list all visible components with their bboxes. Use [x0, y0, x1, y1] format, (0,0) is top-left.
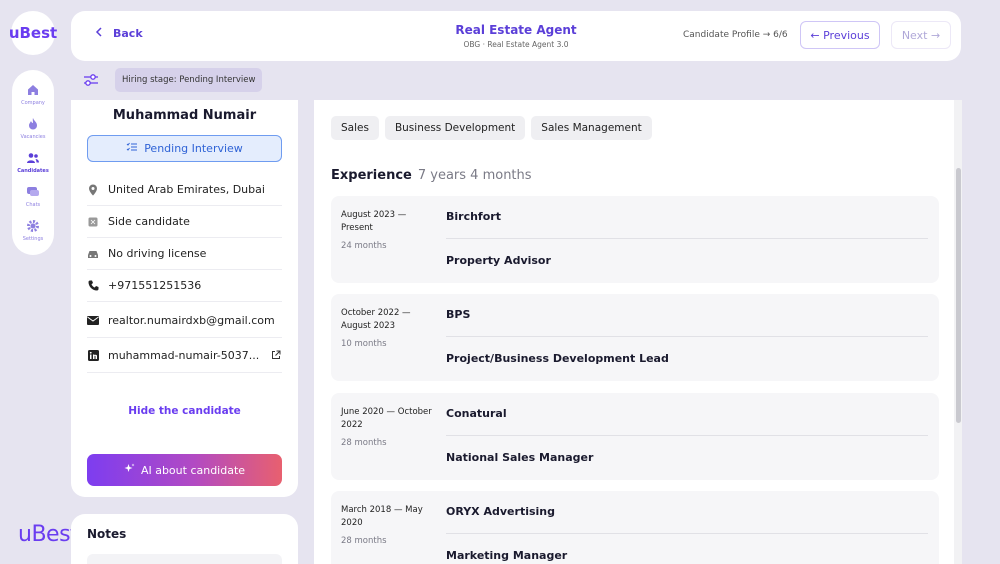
sparkle-icon [124, 463, 135, 477]
hide-candidate-link[interactable]: Hide the candidate [71, 405, 298, 417]
skill-tag: Sales [331, 116, 379, 140]
brand-logo[interactable]: uBest [9, 11, 57, 55]
nav-label: Vacancies [20, 134, 46, 140]
nav-label: Chats [25, 202, 41, 208]
experience-item: March 2018 — May 2020 28 months ORYX Adv… [331, 491, 939, 564]
page-header: Back Real Estate Agent OBG · Real Estate… [71, 11, 961, 61]
skill-tag: Business Development [384, 116, 526, 140]
status-label: Pending Interview [144, 142, 243, 155]
email-text: realtor.numairdxb@gmail.com [108, 313, 275, 327]
status-button[interactable]: Pending Interview [87, 135, 282, 162]
chat-icon [25, 184, 41, 200]
divider [446, 435, 928, 436]
experience-role: Project/Business Development Lead [446, 352, 669, 365]
experience-panel: Sales Business Development Sales Managem… [314, 100, 962, 564]
notes-input[interactable] [87, 554, 282, 564]
flame-icon [25, 116, 41, 132]
nav-item-chats[interactable]: Chats [12, 184, 54, 218]
notes-title: Notes [87, 527, 127, 541]
experience-company: Conatural [446, 407, 507, 420]
profile-card: Muhammad Numair Pending Interview United… [71, 100, 298, 497]
next-button[interactable]: Next → [891, 21, 951, 49]
divider [446, 238, 928, 239]
notes-card: Notes [71, 514, 298, 564]
experience-total: 7 years 4 months [417, 168, 532, 183]
hiring-stage-chip[interactable]: Hiring stage: Pending Interview [115, 68, 263, 92]
experience-title: Experience [331, 168, 412, 183]
phone-text: +971551251536 [108, 279, 202, 292]
experience-role: National Sales Manager [446, 451, 594, 464]
driving-row: No driving license [87, 238, 282, 270]
email-row[interactable]: realtor.numairdxb@gmail.com [87, 303, 282, 338]
experience-company: ORYX Advertising [446, 505, 555, 518]
candidate-name: Muhammad Numair [112, 108, 257, 123]
side-navigation: Company Vacancies Candidates Chats Setti… [12, 70, 54, 255]
nav-item-candidates[interactable]: Candidates [12, 150, 54, 184]
nav-item-settings[interactable]: Settings [12, 218, 54, 252]
experience-date: March 2018 — May 2020 [341, 505, 423, 528]
nav-label: Candidates [17, 168, 49, 174]
filter-icon[interactable] [82, 71, 100, 89]
brand-logo-footer: uBest [18, 522, 79, 547]
experience-company: Birchfort [446, 210, 501, 223]
skills-list: Sales Business Development Sales Managem… [331, 116, 652, 140]
checklist-icon [126, 142, 138, 155]
linkedin-icon [87, 349, 99, 361]
experience-item: June 2020 — October 2022 28 months Conat… [331, 393, 939, 480]
nav-label: Settings [22, 236, 44, 242]
home-icon [25, 82, 41, 98]
experience-company: BPS [446, 308, 471, 321]
gear-icon [25, 218, 41, 234]
mail-icon [87, 314, 99, 326]
divider [446, 533, 928, 534]
candidate-type-row: Side candidate [87, 206, 282, 238]
previous-button[interactable]: ← Previous [800, 21, 880, 49]
location-text: United Arab Emirates, Dubai [108, 183, 265, 196]
location-row: United Arab Emirates, Dubai [87, 174, 282, 206]
experience-months: 28 months [341, 438, 387, 448]
experience-heading: Experience 7 years 4 months [331, 168, 532, 183]
experience-date: August 2023 — Present [341, 210, 407, 233]
experience-months: 24 months [341, 241, 387, 251]
nav-label: Company [21, 100, 45, 106]
ai-about-candidate-button[interactable]: AI about candidate [87, 454, 282, 486]
external-link-icon[interactable] [270, 349, 282, 361]
driving-text: No driving license [108, 247, 207, 260]
users-icon [25, 150, 41, 166]
phone-row[interactable]: +971551251536 [87, 270, 282, 302]
experience-date: October 2022 — August 2023 [341, 308, 411, 331]
nav-item-company[interactable]: Company [12, 82, 54, 116]
experience-item: October 2022 — August 2023 10 months BPS… [331, 294, 939, 381]
linkedin-row[interactable]: muhammad-numair-5037... [87, 338, 282, 373]
side-candidate-icon [87, 216, 99, 228]
experience-date: June 2020 — October 2022 [341, 407, 432, 430]
linkedin-text: muhammad-numair-5037... [108, 348, 260, 362]
car-icon [87, 248, 99, 260]
experience-months: 10 months [341, 339, 387, 349]
profile-progress: Candidate Profile → 6/6 [683, 30, 788, 40]
scrollbar-thumb[interactable] [956, 168, 961, 423]
experience-role: Marketing Manager [446, 549, 568, 562]
divider [446, 336, 928, 337]
ai-button-label: AI about candidate [140, 463, 246, 477]
location-pin-icon [87, 184, 99, 196]
nav-item-vacancies[interactable]: Vacancies [12, 116, 54, 150]
phone-icon [87, 280, 99, 292]
experience-item: August 2023 — Present 24 months Birchfor… [331, 196, 939, 283]
experience-months: 28 months [341, 536, 387, 546]
experience-role: Property Advisor [446, 254, 551, 267]
skill-tag: Sales Management [531, 116, 652, 140]
candidate-type-text: Side candidate [108, 215, 190, 228]
